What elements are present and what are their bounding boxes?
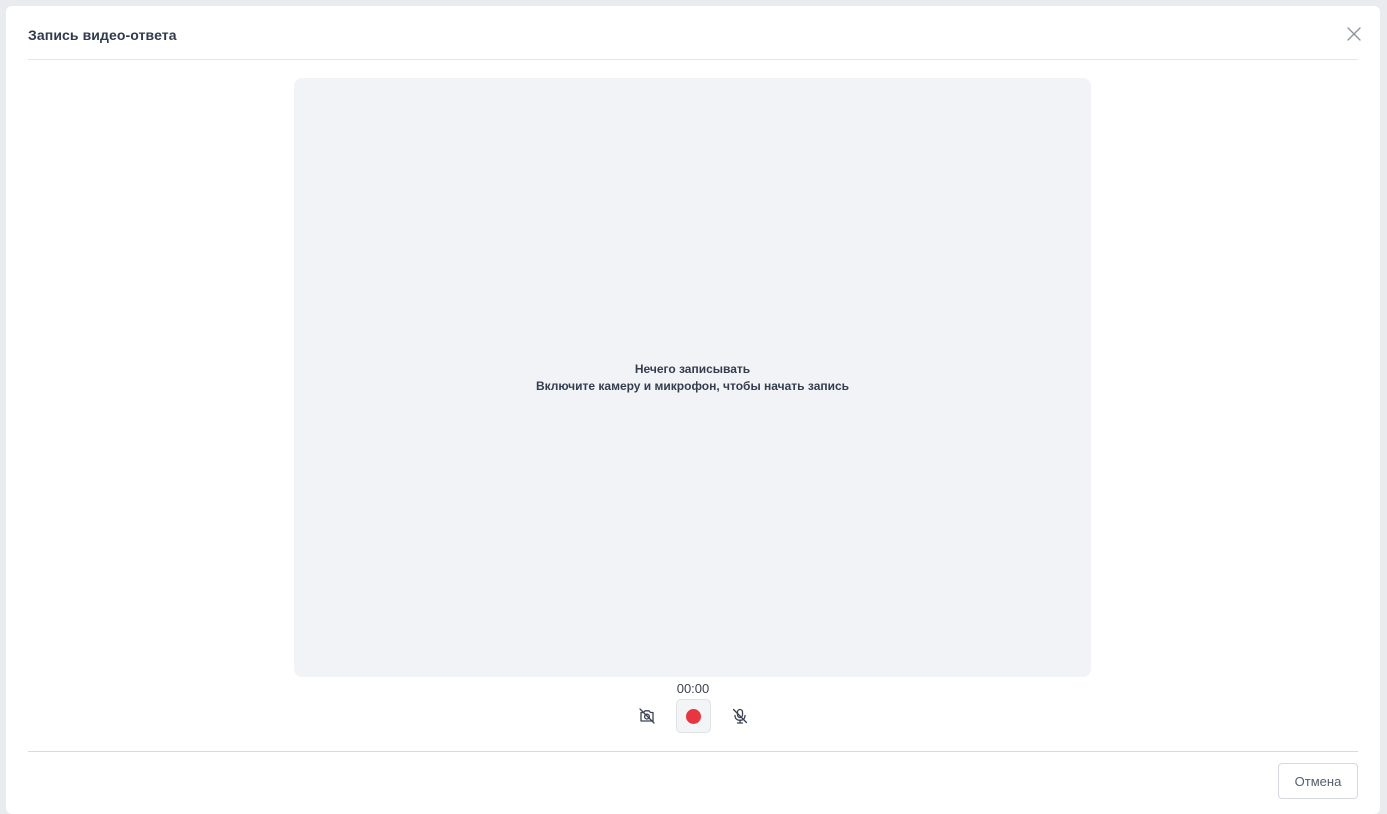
camera-toggle-button[interactable]: [636, 705, 658, 727]
video-answer-modal: Запись видео-ответа Нечего записывать Вк…: [6, 6, 1380, 814]
record-button[interactable]: [675, 699, 711, 733]
recorder-controls: [6, 698, 1380, 734]
close-icon: [1347, 27, 1361, 41]
empty-state-description: Включите камеру и микрофон, чтобы начать…: [535, 378, 850, 393]
modal-header: Запись видео-ответа: [28, 6, 1361, 60]
microphone-toggle-button[interactable]: [729, 705, 751, 727]
video-preview: Нечего записывать Включите камеру и микр…: [294, 78, 1091, 677]
record-icon: [685, 708, 701, 724]
modal-title: Запись видео-ответа: [28, 27, 177, 43]
cancel-button[interactable]: Отмена: [1278, 763, 1358, 799]
close-button[interactable]: [1342, 22, 1366, 46]
camera-off-icon: [638, 708, 655, 724]
empty-state-title: Нечего записывать: [634, 361, 751, 376]
microphone-off-icon: [732, 708, 747, 724]
footer-divider: [28, 751, 1358, 752]
recording-timer: 00:00: [676, 681, 710, 696]
